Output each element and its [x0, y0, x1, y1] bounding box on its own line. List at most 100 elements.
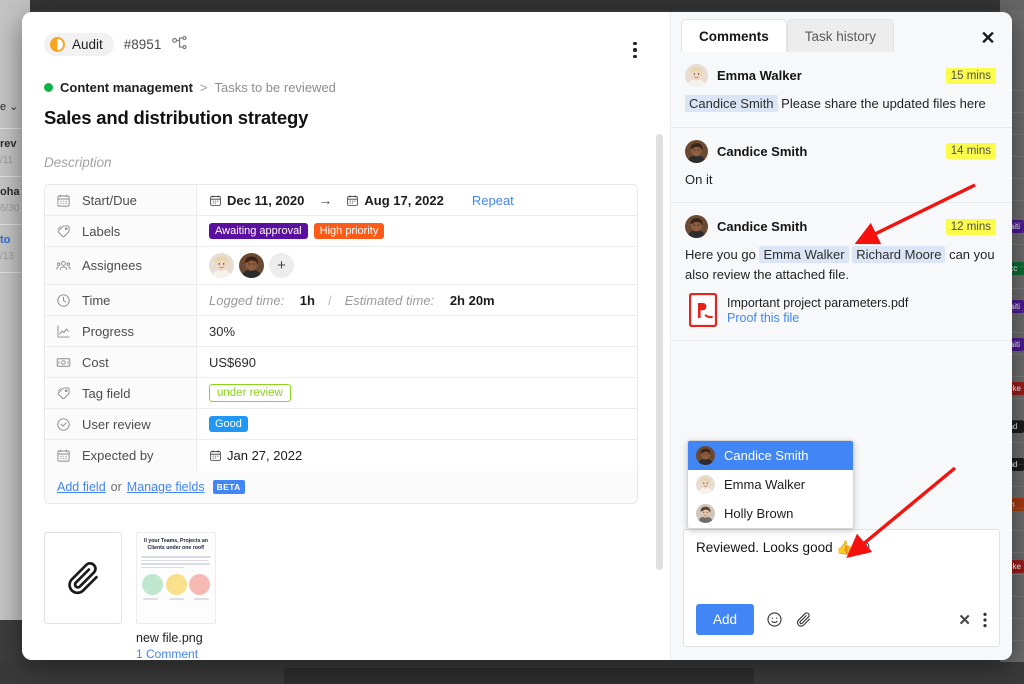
details-row-value-cell: US$690 — [197, 347, 637, 377]
comment-attachment-name[interactable]: Important project parameters.pdf — [727, 296, 908, 310]
tag-chip[interactable]: under review — [209, 384, 291, 402]
proof-file-link[interactable]: Proof this file — [727, 311, 908, 325]
comment-text: On it — [685, 171, 713, 187]
composer-more-menu-icon[interactable] — [983, 612, 987, 628]
comment-author: Candice Smith — [717, 219, 808, 234]
tab-task-history[interactable]: Task history — [786, 19, 895, 52]
task-more-menu-button[interactable] — [624, 38, 646, 62]
attachment-thumbnail-lines — [141, 556, 211, 569]
tab-comments[interactable]: Comments — [681, 19, 787, 52]
expected-date[interactable]: Jan 27, 2022 — [209, 448, 302, 463]
add-assignee-button[interactable]: + — [269, 253, 294, 278]
avatar[interactable] — [685, 215, 708, 238]
comments-pane: Comments Task history ✕ Emma Walker 15 mi… — [670, 12, 1012, 660]
paperclip-icon[interactable] — [795, 611, 812, 628]
subtask-tree-icon[interactable] — [171, 35, 189, 53]
comment-timestamp: 14 mins — [945, 143, 996, 159]
task-id: #8951 — [123, 36, 162, 52]
breadcrumb-list[interactable]: Tasks to be reviewed — [215, 80, 336, 95]
breadcrumb-project[interactable]: Content management — [60, 80, 193, 95]
details-row-label: Expected by — [45, 440, 197, 471]
label-chip[interactable]: High priority — [313, 223, 385, 239]
details-row-value-cell: under review — [197, 378, 637, 408]
details-row: Progress 30% — [45, 316, 637, 347]
details-row: Assignees + — [45, 247, 637, 285]
details-row: Tag field under review — [45, 378, 637, 409]
description-placeholder[interactable]: Description — [44, 155, 644, 170]
beta-badge: BETA — [212, 480, 245, 494]
details-row-label: Time — [45, 285, 197, 315]
background-topbar — [0, 0, 1024, 10]
details-row-value-cell: + — [197, 247, 637, 284]
task-status-pill[interactable]: Audit — [44, 32, 114, 56]
label-chip[interactable]: Good — [209, 416, 248, 432]
details-row-label: Assignees — [45, 247, 197, 284]
add-field-link[interactable]: Add field — [57, 480, 106, 494]
start-date[interactable]: Dec 11, 2020 — [209, 193, 304, 208]
details-row: Start/Due Dec 11, 2020 → Aug 17, 2022 Repeat — [45, 185, 637, 216]
comment-author: Emma Walker — [717, 68, 802, 83]
details-row-value-cell: Good — [197, 409, 637, 439]
comment-item: Emma Walker 15 mins Candice Smith Please s… — [671, 52, 1012, 128]
mention-chip[interactable]: Emma Walker — [759, 246, 849, 263]
mention-option[interactable]: Candice Smith — [688, 441, 853, 470]
attachment-comment-link[interactable]: 1 Comment — [136, 647, 216, 660]
comment-header: Candice Smith 12 mins — [685, 215, 996, 238]
comment-header: Emma Walker 15 mins — [685, 64, 996, 87]
estimated-time-value[interactable]: 2h 20m — [450, 293, 495, 308]
details-row-label: Labels — [45, 216, 197, 246]
page-title[interactable]: Sales and distribution strategy — [44, 107, 644, 129]
left-scrollbar-thumb[interactable] — [656, 134, 663, 570]
breadcrumb: Content management > Tasks to be reviewe… — [44, 80, 644, 95]
avatar[interactable] — [685, 64, 708, 87]
mention-dropdown[interactable]: Candice Smith Emma Walker Holly Brown — [687, 440, 854, 529]
details-row-value[interactable]: US$690 — [209, 355, 256, 370]
task-header: Audit #8951 — [44, 30, 644, 58]
details-row-value-cell: Awaiting approval High priority — [197, 216, 637, 246]
manage-fields-link[interactable]: Manage fields — [127, 480, 205, 494]
comment-composer-wrapper: Reviewed. Looks good 👍 @ Add ✕ — [671, 529, 1012, 660]
comment-input[interactable]: Reviewed. Looks good 👍 @ — [684, 530, 999, 604]
attachment-list: ll your Teams, Projects an Clients under… — [44, 532, 644, 660]
comment-composer: Reviewed. Looks good 👍 @ Add ✕ — [683, 529, 1000, 647]
comment-text: Here you go Emma Walker Richard Moore ca… — [685, 246, 995, 282]
details-row-value-cell: 30% — [197, 316, 637, 346]
close-icon[interactable]: ✕ — [978, 28, 998, 48]
label-chip[interactable]: Awaiting approval — [209, 223, 308, 239]
avatar[interactable] — [685, 139, 708, 163]
avatar — [696, 504, 715, 523]
paperclip-icon — [68, 562, 98, 595]
attachment-thumbnail[interactable]: ll your Teams, Projects an Clients under… — [136, 532, 216, 624]
details-row: Cost US$690 — [45, 347, 637, 378]
avatar[interactable] — [239, 253, 264, 278]
due-date[interactable]: Aug 17, 2022 — [346, 193, 444, 208]
mention-chip[interactable]: Candice Smith — [685, 95, 778, 112]
attachment-thumbnail-captions — [141, 598, 211, 600]
comment-item: Candice Smith 14 mins On it — [671, 128, 1012, 203]
emoji-icon[interactable] — [766, 611, 783, 628]
attachment-item[interactable]: ll your Teams, Projects an Clients under… — [136, 532, 216, 660]
composer-toolbar: Add ✕ — [684, 604, 999, 646]
mention-chip[interactable]: Richard Moore — [852, 246, 946, 263]
mention-option-label: Holly Brown — [724, 506, 794, 521]
details-row-value-cell: Logged time: 1h / Estimated time: 2h 20m — [197, 285, 637, 315]
add-comment-button[interactable]: Add — [696, 604, 755, 635]
money-icon — [56, 355, 71, 370]
mention-option-label: Candice Smith — [724, 448, 809, 463]
avatar[interactable] — [209, 253, 234, 278]
comment-text: Candice Smith Please share the updated f… — [685, 94, 996, 114]
clear-comment-icon[interactable]: ✕ — [958, 611, 971, 629]
attachment-placeholder-box[interactable] — [44, 532, 122, 624]
details-row-value[interactable]: 30% — [209, 324, 235, 339]
mention-option[interactable]: Holly Brown — [688, 499, 853, 528]
details-row-label: Start/Due — [45, 185, 197, 215]
estimated-time-label: Estimated time: — [344, 292, 435, 308]
mention-option[interactable]: Emma Walker — [688, 470, 853, 499]
logged-time-value[interactable]: 1h — [300, 293, 315, 308]
repeat-link[interactable]: Repeat — [472, 193, 514, 208]
assignee-avatars: + — [209, 253, 294, 278]
background-taskbar-item[interactable] — [284, 668, 754, 684]
attachment-file-name: new file.png — [136, 631, 203, 645]
details-row-label: Cost — [45, 347, 197, 377]
comments-tabbar: Comments Task history ✕ — [671, 12, 1012, 52]
